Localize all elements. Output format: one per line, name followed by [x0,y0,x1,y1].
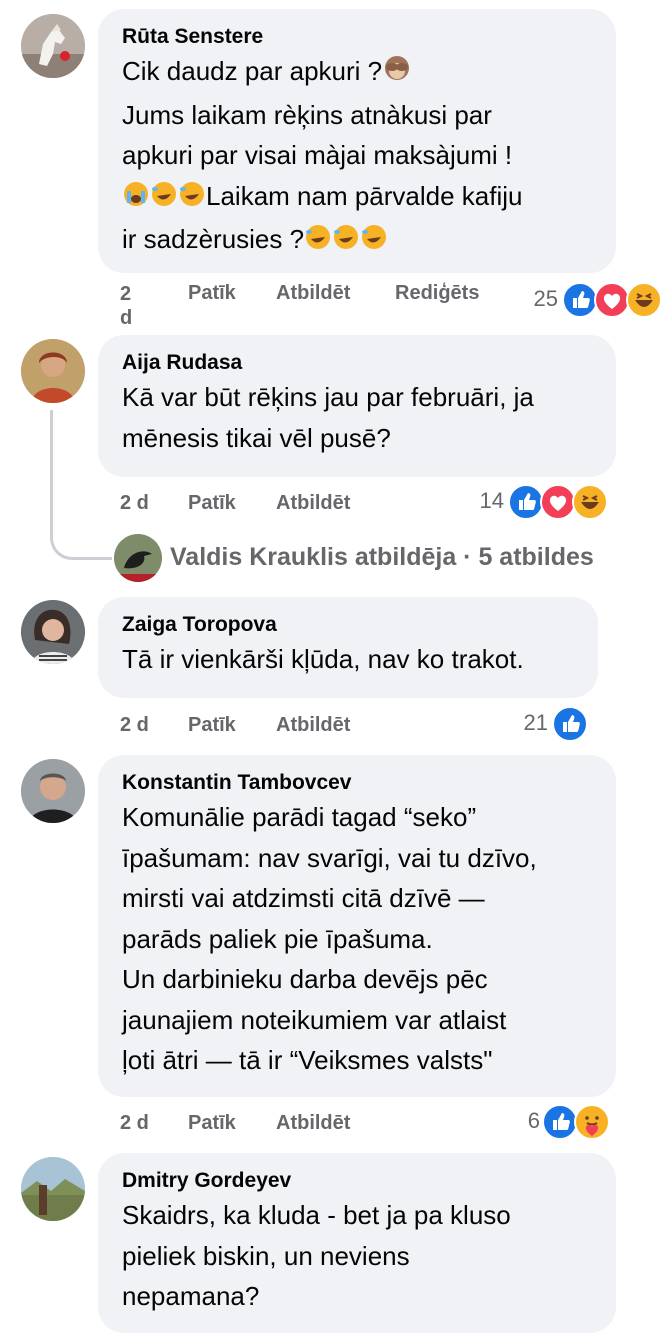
view-replies-link[interactable]: Valdis Krauklis atbildēja · 5 atbildes [170,543,594,572]
avatar[interactable] [21,600,85,664]
like-reaction-icon [508,484,544,520]
comment-timestamp[interactable]: 2 d [120,492,149,515]
avatar[interactable] [21,1157,85,1221]
reaction-count: 21 [523,710,548,735]
avatar[interactable] [21,759,85,823]
comment-author[interactable]: Rūta Senstere [122,23,594,51]
rolling-laughing-face-icon [178,179,206,220]
haha-reaction-icon [626,282,662,318]
landscape-avatar-icon [21,1157,85,1221]
comment-author[interactable]: Aija Rudasa [122,349,594,377]
reply-button[interactable]: Atbildēt [276,492,350,515]
comment-text-line: Jums laikam rèķins atnàkusi par [122,99,492,130]
like-reaction-icon [562,282,598,318]
love-reaction-icon [540,484,576,520]
like-button[interactable]: Patīk [188,282,236,305]
comment-author[interactable]: Konstantin Tambovcev [122,769,594,797]
comment-text-line: Cik daudz par apkuri ? [122,51,594,95]
reaction-summary[interactable]: 14 [466,484,611,520]
person-avatar-icon [21,600,85,664]
reaction-summary[interactable]: 25 [520,282,665,318]
comment-timestamp[interactable]: 2 d [120,1112,149,1135]
bird-avatar-icon [114,534,162,582]
like-reaction-icon [542,1104,578,1140]
comment-text-line: mēnesis tikai vēl pusē? [122,422,391,453]
comment-bubble: Zaiga Toropova Tā ir vienkārši kļūda, na… [98,597,598,698]
reaction-count: 25 [533,286,558,311]
like-reaction-icon [552,706,588,742]
reply-button[interactable]: Atbildēt [276,714,350,737]
rolling-laughing-face-icon [360,222,388,263]
comment-text-line: Laikam nam pārvalde kafiju [122,176,594,220]
see-no-evil-monkey-icon [382,53,412,95]
avatar[interactable] [21,339,85,403]
care-reaction-icon [574,1104,610,1140]
comment-timestamp[interactable]: 2 d [120,714,149,737]
rolling-laughing-face-icon [150,179,178,220]
comment-text-line: nepamana? [122,1281,260,1311]
comment-text-line: Tā ir vienkārši kļūda, nav ko trakot. [122,644,524,674]
reply-button[interactable]: Atbildēt [276,282,350,305]
comment-author[interactable]: Dmitry Gordeyev [122,1167,594,1195]
rolling-laughing-face-icon [332,222,360,263]
reaction-count: 6 [527,1108,540,1133]
comment-bubble: Dmitry Gordeyev Skaidrs, ka kluda - bet … [98,1153,616,1333]
comment-text-line: apkuri par visai màjai maksàjumi ! [122,140,513,170]
comment-author[interactable]: Zaiga Toropova [122,611,576,639]
comment-timestamp[interactable]: 2 d [120,282,136,330]
reply-button[interactable]: Atbildēt [276,1112,350,1135]
person-avatar-icon [21,759,85,823]
like-button[interactable]: Patīk [188,714,236,737]
loudly-crying-face-icon [122,179,150,220]
love-reaction-icon [594,282,630,318]
avatar[interactable] [21,14,85,78]
comment-bubble: Rūta Senstere Cik daudz par apkuri ? Jum… [98,9,616,273]
horse-avatar-icon [21,14,85,78]
comment-text-line: Komunālie parādi tagad “seko” [122,802,477,832]
comment-text-line: ir sadzèrusies ? [122,219,594,263]
comment-text-line: parāds paliek pie īpašuma. [122,923,433,954]
comment-text-line: ļoti ātri — tā ir “Veiksmes valsts" [122,1045,493,1075]
person-avatar-icon [21,339,85,403]
rolling-laughing-face-icon [304,222,332,263]
reaction-summary[interactable]: 21 [510,706,590,742]
reaction-count: 14 [479,488,504,513]
comment-text-line: Un darbinieku darba devējs pēc [122,964,488,994]
comment-bubble: Aija Rudasa Kā var būt rēķins jau par fe… [98,335,616,477]
comment-text-line: īpašumam: nav svarīgi, vai tu dzīvo, [122,842,537,873]
comment-bubble: Konstantin Tambovcev Komunālie parādi ta… [98,755,616,1097]
edited-label: Rediģēts [395,282,480,304]
like-button[interactable]: Patīk [188,492,236,515]
reaction-summary[interactable]: 6 [502,1104,614,1140]
haha-reaction-icon [572,484,608,520]
like-button[interactable]: Patīk [188,1112,236,1135]
comment-text-line: jaunajiem noteikumiem var atlaist [122,1004,507,1035]
avatar[interactable] [114,534,162,582]
comment-text-line: Skaidrs, ka kluda - bet ja pa kluso [122,1200,511,1230]
comment-text-line: Kā var būt rēķins jau par februāri, ja [122,382,534,412]
comment-text-line: mirsti vai atdzimsti citā dzīvē — [122,883,485,913]
comment-text-line: pieliek biskin, un neviens [122,1240,410,1271]
reply-thread-line [50,410,112,560]
